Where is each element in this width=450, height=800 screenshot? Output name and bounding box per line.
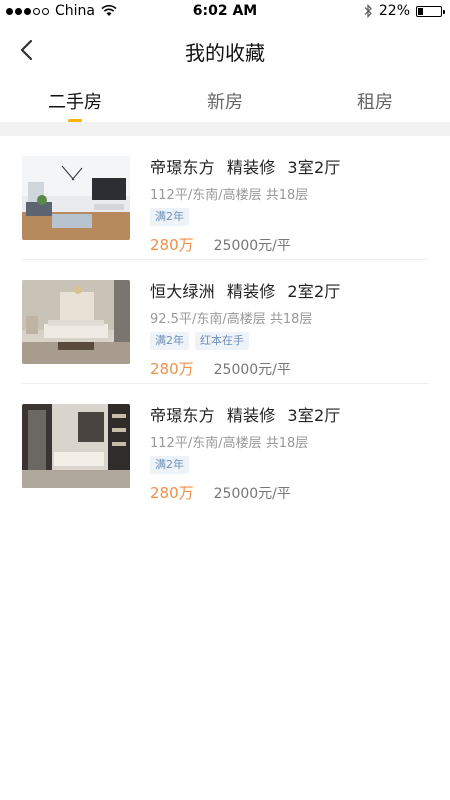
listing-tags: 满2年 红本在手 xyxy=(150,332,428,350)
status-right: 22% xyxy=(363,3,445,19)
tab-label: 租房 xyxy=(357,92,393,113)
room-layout: 3室2厅 xyxy=(287,158,341,177)
battery-icon xyxy=(416,5,445,17)
price-row: 280万 25000元/平 xyxy=(150,234,428,255)
listing-photo xyxy=(22,404,130,488)
listing-item[interactable]: 恒大绿洲 精装修 2室2厅 92.5平/东南/高楼层 共18层 满2年 红本在手 2… xyxy=(22,260,428,384)
decoration-type: 精装修 xyxy=(226,282,276,301)
favorites-list: 帝璟东方 精装修 3室2厅 112平/东南/高楼层 共18层 满2年 280万 25… xyxy=(0,136,450,507)
decoration-type: 精装修 xyxy=(226,406,276,425)
community-name: 恒大绿洲 xyxy=(150,282,215,301)
unit-price: 25000元/平 xyxy=(213,486,291,502)
listing-meta: 92.5平/东南/高楼层 共18层 xyxy=(150,312,313,327)
community-name: 帝璟东方 xyxy=(150,406,215,425)
listing-tags: 满2年 xyxy=(150,456,428,474)
tab-label: 二手房 xyxy=(48,92,102,113)
category-tabs: 二手房 新房 租房 xyxy=(0,76,450,122)
section-divider xyxy=(0,122,450,136)
battery-percent: 22% xyxy=(378,3,410,19)
status-bar: China 6:02 AM 22% xyxy=(0,0,450,24)
price-row: 280万 25000元/平 xyxy=(150,482,428,503)
listing-photo xyxy=(22,156,130,240)
tab-new-house[interactable]: 新房 xyxy=(150,76,300,122)
tab-rental[interactable]: 租房 xyxy=(300,76,450,122)
room-layout: 2室2厅 xyxy=(287,282,341,301)
listing-info: 恒大绿洲 精装修 2室2厅 92.5平/东南/高楼层 共18层 满2年 红本在手 2… xyxy=(150,278,428,379)
listing-item[interactable]: 帝璟东方 精装修 3室2厅 112平/东南/高楼层 共18层 满2年 280万 25… xyxy=(22,384,428,507)
listing-meta: 112平/东南/高楼层 共18层 xyxy=(150,188,309,203)
tag-badge: 满2年 xyxy=(150,208,189,226)
tag-badge: 红本在手 xyxy=(195,332,249,350)
bluetooth-icon xyxy=(364,4,372,18)
tab-label: 新房 xyxy=(207,92,243,113)
unit-price: 25000元/平 xyxy=(213,362,291,378)
listing-tags: 满2年 xyxy=(150,208,428,226)
listing-item[interactable]: 帝璟东方 精装修 3室2厅 112平/东南/高楼层 共18层 满2年 280万 25… xyxy=(22,136,428,260)
nav-bar: 我的收藏 xyxy=(0,24,450,76)
listing-meta: 112平/东南/高楼层 共18层 xyxy=(150,436,309,451)
page-title: 我的收藏 xyxy=(185,41,265,65)
listing-title: 帝璟东方 精装修 3室2厅 xyxy=(150,402,428,426)
price-row: 280万 25000元/平 xyxy=(150,358,428,379)
community-name: 帝璟东方 xyxy=(150,158,215,177)
tag-badge: 满2年 xyxy=(150,332,189,350)
total-price: 280万 xyxy=(150,236,194,254)
tab-second-hand[interactable]: 二手房 xyxy=(0,76,150,122)
listing-info: 帝璟东方 精装修 3室2厅 112平/东南/高楼层 共18层 满2年 280万 25… xyxy=(150,154,428,255)
listing-title: 帝璟东方 精装修 3室2厅 xyxy=(150,154,428,178)
total-price: 280万 xyxy=(150,360,194,378)
decoration-type: 精装修 xyxy=(226,158,276,177)
room-layout: 3室2厅 xyxy=(287,406,341,425)
unit-price: 25000元/平 xyxy=(213,238,291,254)
listing-info: 帝璟东方 精装修 3室2厅 112平/东南/高楼层 共18层 满2年 280万 25… xyxy=(150,402,428,503)
listing-title: 恒大绿洲 精装修 2室2厅 xyxy=(150,278,428,302)
listing-photo xyxy=(22,280,130,364)
total-price: 280万 xyxy=(150,484,194,502)
tag-badge: 满2年 xyxy=(150,456,189,474)
